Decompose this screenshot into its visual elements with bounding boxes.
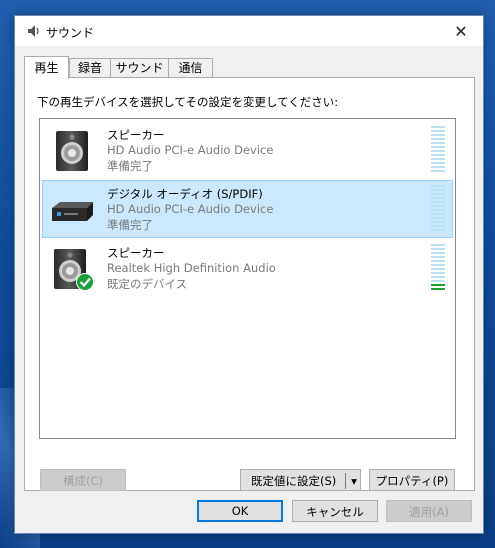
volume-meter	[431, 185, 445, 233]
device-name: スピーカー	[107, 128, 165, 142]
device-driver: Realtek High Definition Audio	[107, 261, 276, 275]
playback-panel: 下の再生デバイスを選択してその設定を変更してください: スピーカー HD Aud…	[24, 77, 475, 491]
device-status: 準備完了	[107, 218, 153, 232]
apply-button[interactable]: 適用(A)	[386, 500, 472, 522]
ok-button[interactable]: OK	[197, 500, 283, 522]
configure-button[interactable]: 構成(C)	[40, 469, 126, 491]
device-driver: HD Audio PCI-e Audio Device	[107, 143, 274, 157]
device-status: 既定のデバイス	[107, 277, 188, 291]
tab-recording[interactable]: 録音	[69, 58, 111, 78]
chevron-down-icon[interactable]: ▾	[348, 470, 360, 492]
speaker-icon	[56, 131, 88, 171]
cancel-button[interactable]: キャンセル	[292, 500, 378, 522]
close-icon: ✕	[454, 21, 468, 41]
properties-button[interactable]: プロパティ(P)	[369, 469, 455, 491]
device-name: デジタル オーディオ (S/PDIF)	[107, 187, 263, 201]
tab-sounds[interactable]: サウンド	[110, 58, 169, 78]
set-default-label: 既定値に設定(S)	[251, 474, 337, 488]
device-item-speaker-realtek[interactable]: スピーカー Realtek High Definition Audio 既定のデ…	[42, 239, 453, 297]
sound-dialog: サウンド ✕ 再生 録音 サウンド 通信 下の再生デバイスを選択してその設定を変…	[14, 15, 484, 534]
device-driver: HD Audio PCI-e Audio Device	[107, 202, 274, 216]
device-name: スピーカー	[107, 246, 165, 260]
device-list[interactable]: スピーカー HD Audio PCI-e Audio Device 準備完了 デ…	[39, 118, 456, 439]
speaker-app-icon	[28, 25, 39, 37]
device-item-spdif[interactable]: デジタル オーディオ (S/PDIF) HD Audio PCI-e Audio…	[42, 180, 453, 238]
dialog-title: サウンド	[46, 26, 95, 40]
default-check-icon	[76, 273, 94, 291]
title-bar[interactable]: サウンド ✕	[15, 16, 483, 46]
tab-playback[interactable]: 再生	[24, 56, 69, 79]
set-default-button[interactable]: 既定値に設定(S) ▾	[240, 469, 361, 491]
instruction-text: 下の再生デバイスを選択してその設定を変更してください:	[37, 95, 339, 109]
spdif-device-icon	[52, 202, 93, 221]
volume-meter	[431, 244, 445, 292]
tab-communications[interactable]: 通信	[168, 58, 213, 78]
close-button[interactable]: ✕	[439, 16, 483, 46]
speaker-default-icon	[54, 249, 94, 291]
volume-meter	[431, 126, 445, 174]
device-status: 準備完了	[107, 159, 153, 173]
device-item-speaker-hd[interactable]: スピーカー HD Audio PCI-e Audio Device 準備完了	[42, 121, 453, 179]
